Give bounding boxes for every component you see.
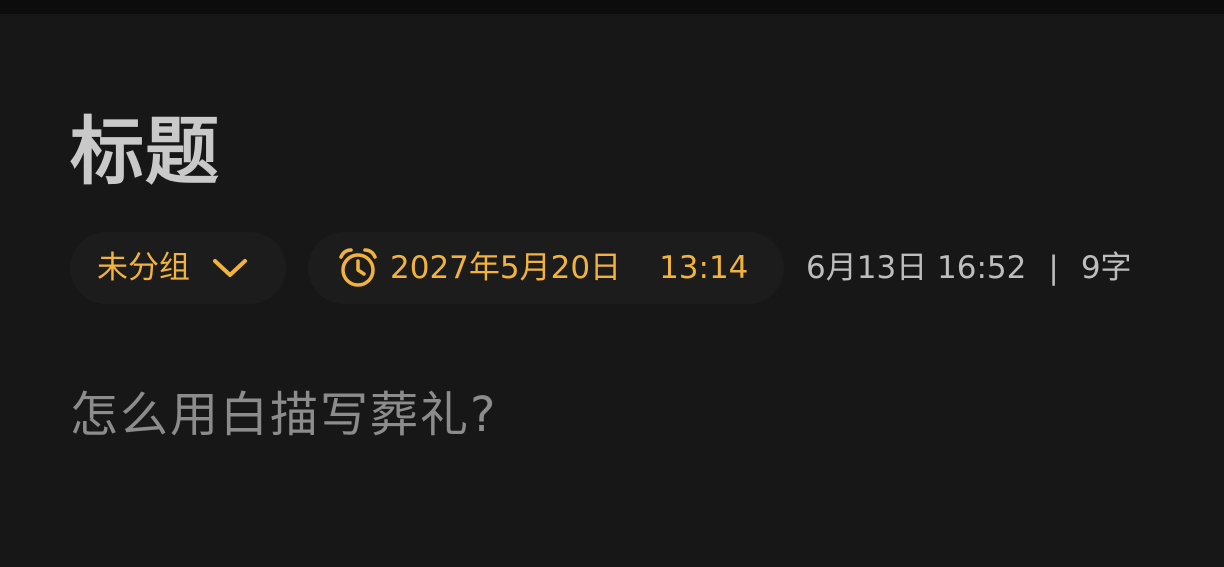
info-separator: | <box>1048 250 1059 286</box>
reminder-button[interactable]: 2027年5月20日 13:14 <box>308 232 784 304</box>
top-status-bar <box>0 0 1224 14</box>
group-selector-button[interactable]: 未分组 <box>70 232 286 304</box>
word-count: 9字 <box>1080 250 1132 286</box>
chevron-down-icon <box>210 248 250 288</box>
alarm-clock-icon <box>336 246 380 290</box>
note-title[interactable]: 标题 <box>70 106 220 198</box>
reminder-time: 13:14 <box>659 250 749 286</box>
reminder-date: 2027年5月20日 <box>390 250 622 286</box>
group-label: 未分组 <box>97 250 190 286</box>
note-info: 6月13日 16:52 | 9字 <box>806 248 1132 288</box>
note-body[interactable]: 怎么用白描写葬礼? <box>70 384 497 446</box>
note-meta-row: 未分组 2027年5月20日 13:14 6月13日 16:52 | 9字 <box>0 232 1224 304</box>
modified-timestamp: 6月13日 16:52 <box>806 250 1027 286</box>
